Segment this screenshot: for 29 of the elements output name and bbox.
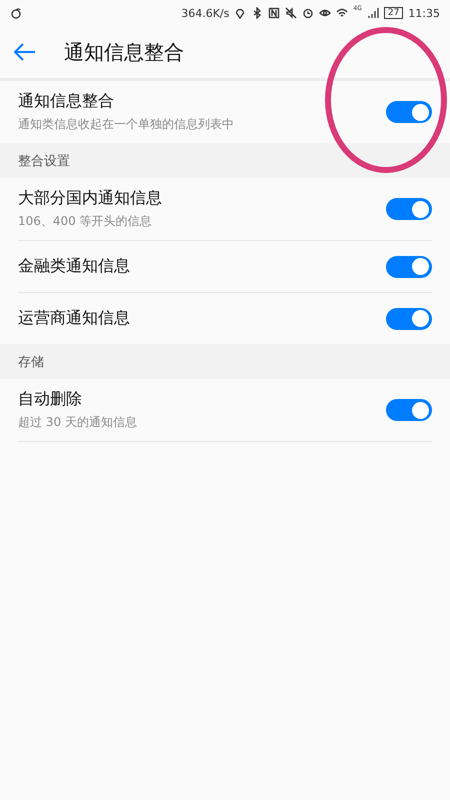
wifi-icon bbox=[336, 7, 348, 19]
setting-label: 通知信息整合 bbox=[18, 91, 115, 112]
setting-description: 超过 30 天的通知信息 bbox=[18, 414, 138, 431]
battery-level: 27 bbox=[384, 7, 404, 19]
page-title: 通知信息整合 bbox=[64, 38, 184, 66]
swirl-icon bbox=[10, 7, 22, 19]
setting-label: 自动删除 bbox=[18, 389, 83, 410]
section-title: 整合设置 bbox=[18, 152, 70, 170]
network-speed: 364.6K/s bbox=[181, 6, 230, 20]
mute-icon bbox=[285, 7, 298, 19]
toggle-switch[interactable] bbox=[386, 198, 432, 220]
section-title: 存储 bbox=[18, 354, 44, 370]
location-icon bbox=[234, 7, 246, 19]
toggle-switch[interactable] bbox=[386, 101, 432, 123]
toggle-switch[interactable] bbox=[386, 308, 432, 330]
toggle-switch[interactable] bbox=[386, 399, 432, 421]
setting-label: 大部分国内通知信息 bbox=[18, 188, 163, 209]
signal-icon bbox=[366, 7, 379, 19]
eye-icon bbox=[319, 7, 332, 19]
setting-description: 106、400 等开头的信息 bbox=[18, 213, 153, 230]
setting-label: 金融类通知信息 bbox=[18, 256, 131, 277]
alarm-icon bbox=[302, 7, 314, 19]
setting-label: 运营商通知信息 bbox=[18, 308, 131, 329]
bluetooth-icon bbox=[251, 7, 264, 19]
setting-description: 通知类信息收起在一个单独的信息列表中 bbox=[18, 116, 235, 133]
back-icon[interactable] bbox=[14, 43, 36, 61]
clock: 11:35 bbox=[408, 6, 440, 20]
nfc-icon bbox=[268, 7, 280, 19]
toggle-switch[interactable] bbox=[386, 256, 432, 278]
